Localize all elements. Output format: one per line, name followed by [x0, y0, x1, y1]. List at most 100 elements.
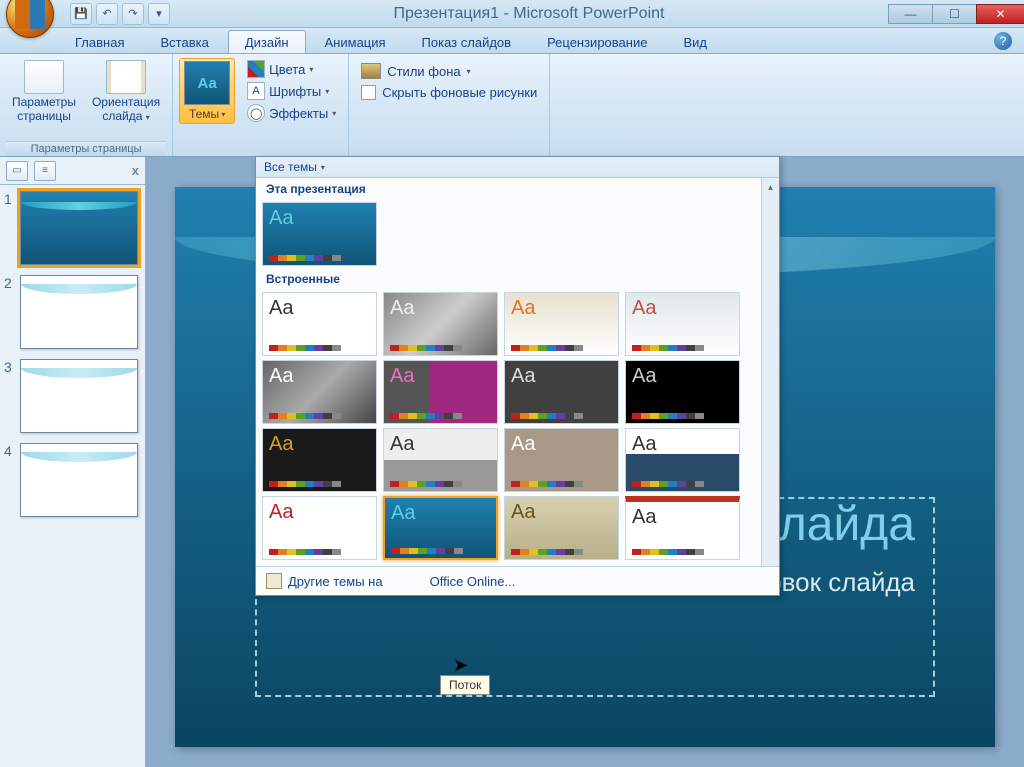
scroll-up-icon[interactable]: ▴	[762, 178, 779, 196]
folder-icon	[266, 573, 282, 589]
hide-background-label: Скрыть фоновые рисунки	[382, 85, 537, 100]
theme-tooltip: Поток	[440, 675, 490, 695]
dropdown-icon: ▾	[467, 67, 471, 76]
orientation-button[interactable]: Ориентация слайда ▾	[86, 58, 166, 126]
slide-panel-tabs: ▭ ≡ x	[0, 157, 145, 185]
dropdown-icon: ▾	[156, 7, 162, 20]
tab-view[interactable]: Вид	[666, 30, 724, 53]
background-styles-button[interactable]: Стили фона ▾	[361, 60, 537, 82]
effects-icon: ◯	[247, 104, 265, 122]
section-builtin: Встроенные	[262, 268, 755, 290]
theme-item-current[interactable]: Aa	[262, 202, 377, 266]
quick-access-toolbar: 💾 ↶ ↷ ▾	[70, 3, 170, 25]
colors-button[interactable]: Цвета ▾	[241, 58, 342, 80]
effects-button[interactable]: ◯ Эффекты ▾	[241, 102, 342, 124]
theme-preview-icon: Aa	[184, 61, 230, 105]
tab-slideshow[interactable]: Показ слайдов	[405, 30, 529, 53]
qat-undo-button[interactable]: ↶	[96, 3, 118, 25]
office-icon	[15, 0, 45, 29]
ribbon-group-page-setup: Параметры страницы Ориентация слайда ▾ П…	[0, 54, 173, 156]
theme-item[interactable]: Aa	[625, 428, 740, 492]
themes-gallery-button[interactable]: Aa Темы ▾	[179, 58, 235, 124]
close-button[interactable]: ✕	[976, 4, 1024, 24]
maximize-button[interactable]: ☐	[932, 4, 976, 24]
qat-redo-button[interactable]: ↷	[122, 3, 144, 25]
checkbox-icon	[361, 85, 376, 100]
theme-item[interactable]: Aa	[625, 360, 740, 424]
slide-thumbnail-1[interactable]	[20, 191, 138, 265]
theme-item[interactable]: Aa	[262, 292, 377, 356]
more-themes-label-1: Другие темы на	[288, 574, 383, 589]
ribbon-group-background: Стили фона ▾ Скрыть фоновые рисунки	[348, 54, 550, 156]
dropdown-icon: ▾	[332, 109, 336, 118]
tab-insert[interactable]: Вставка	[143, 30, 225, 53]
more-themes-label-2: Office Online...	[430, 574, 516, 589]
theme-item[interactable]: Aa	[625, 496, 740, 560]
fonts-label: Шрифты	[269, 84, 321, 99]
all-themes-label: Все темы	[264, 160, 317, 174]
slide-panel: ▭ ≡ x 1 2 3 4	[0, 157, 146, 767]
theme-item[interactable]: Aa	[262, 360, 377, 424]
window-controls: — ☐ ✕	[888, 4, 1024, 24]
dropdown-icon: ▾	[221, 110, 225, 119]
save-icon: 💾	[74, 7, 88, 20]
titlebar: 💾 ↶ ↷ ▾ Презентация1 - Microsoft PowerPo…	[0, 0, 1024, 28]
theme-item[interactable]: Aa	[262, 496, 377, 560]
panel-close-button[interactable]: x	[132, 163, 139, 178]
theme-item[interactable]: Aa	[504, 428, 619, 492]
ribbon-group-themes: Aa Темы ▾ Цвета ▾ A Шрифты ▾ ◯ Эффекты ▾	[173, 54, 348, 156]
theme-item[interactable]: Aa	[625, 292, 740, 356]
thumb-number: 3	[4, 359, 16, 433]
theme-item[interactable]: Aa	[383, 360, 498, 424]
fonts-button[interactable]: A Шрифты ▾	[241, 80, 342, 102]
minimize-button[interactable]: —	[888, 4, 932, 24]
tab-review[interactable]: Рецензирование	[530, 30, 664, 53]
fonts-icon: A	[247, 82, 265, 100]
theme-item[interactable]: Aa	[504, 292, 619, 356]
more-themes-online-button[interactable]: Другие темы на Поток Office Online...	[256, 566, 779, 595]
themes-label: Темы	[189, 107, 219, 121]
dropdown-icon: ▾	[309, 65, 313, 74]
ribbon-tabs: Главная Вставка Дизайн Анимация Показ сл…	[0, 28, 1024, 54]
page-setup-label: Параметры страницы	[12, 96, 76, 124]
slides-tab[interactable]: ▭	[6, 161, 28, 181]
dropdown-icon: ▾	[321, 163, 325, 172]
window-title: Презентация1 - Microsoft PowerPoint	[170, 5, 888, 23]
slide-thumbnail-2[interactable]	[20, 275, 138, 349]
theme-item[interactable]: Aa	[383, 292, 498, 356]
theme-item[interactable]: Aa	[383, 428, 498, 492]
slide-thumbnail-3[interactable]	[20, 359, 138, 433]
slide-thumbnail-4[interactable]	[20, 443, 138, 517]
redo-icon: ↷	[128, 7, 137, 20]
undo-icon: ↶	[102, 7, 111, 20]
slide-thumbnails: 1 2 3 4	[0, 185, 145, 523]
dropdown-icon: ▾	[146, 113, 150, 122]
outline-tab[interactable]: ≡	[34, 161, 56, 181]
dropdown-icon: ▾	[325, 87, 329, 96]
theme-item[interactable]: Aa	[262, 428, 377, 492]
background-styles-icon	[361, 63, 381, 79]
theme-item-flow[interactable]: Aa	[383, 496, 498, 560]
orientation-icon	[106, 60, 146, 94]
page-setup-icon	[24, 60, 64, 94]
theme-aa-icon: Aa	[269, 207, 370, 230]
ribbon-group-label-page-setup: Параметры страницы	[6, 141, 166, 156]
tab-animation[interactable]: Анимация	[308, 30, 403, 53]
background-styles-label: Стили фона	[387, 64, 460, 79]
orientation-label: Ориентация слайда ▾	[92, 96, 160, 124]
tab-home[interactable]: Главная	[58, 30, 141, 53]
tab-design[interactable]: Дизайн	[228, 30, 306, 53]
page-setup-button[interactable]: Параметры страницы	[6, 58, 82, 126]
section-this-presentation: Эта презентация	[262, 178, 755, 200]
thumb-number: 4	[4, 443, 16, 517]
themes-dropdown-panel: Все темы ▾ Эта презентация Aa Встроенные…	[255, 156, 780, 596]
qat-save-button[interactable]: 💾	[70, 3, 92, 25]
qat-customize-button[interactable]: ▾	[148, 3, 170, 25]
themes-panel-header[interactable]: Все темы ▾	[256, 157, 779, 178]
ribbon: Параметры страницы Ориентация слайда ▾ П…	[0, 54, 1024, 157]
theme-item[interactable]: Aa	[504, 496, 619, 560]
theme-item[interactable]: Aa	[504, 360, 619, 424]
hide-background-checkbox[interactable]: Скрыть фоновые рисунки	[361, 82, 537, 103]
help-icon[interactable]: ?	[994, 32, 1012, 50]
panel-scrollbar[interactable]: ▴	[761, 178, 779, 566]
